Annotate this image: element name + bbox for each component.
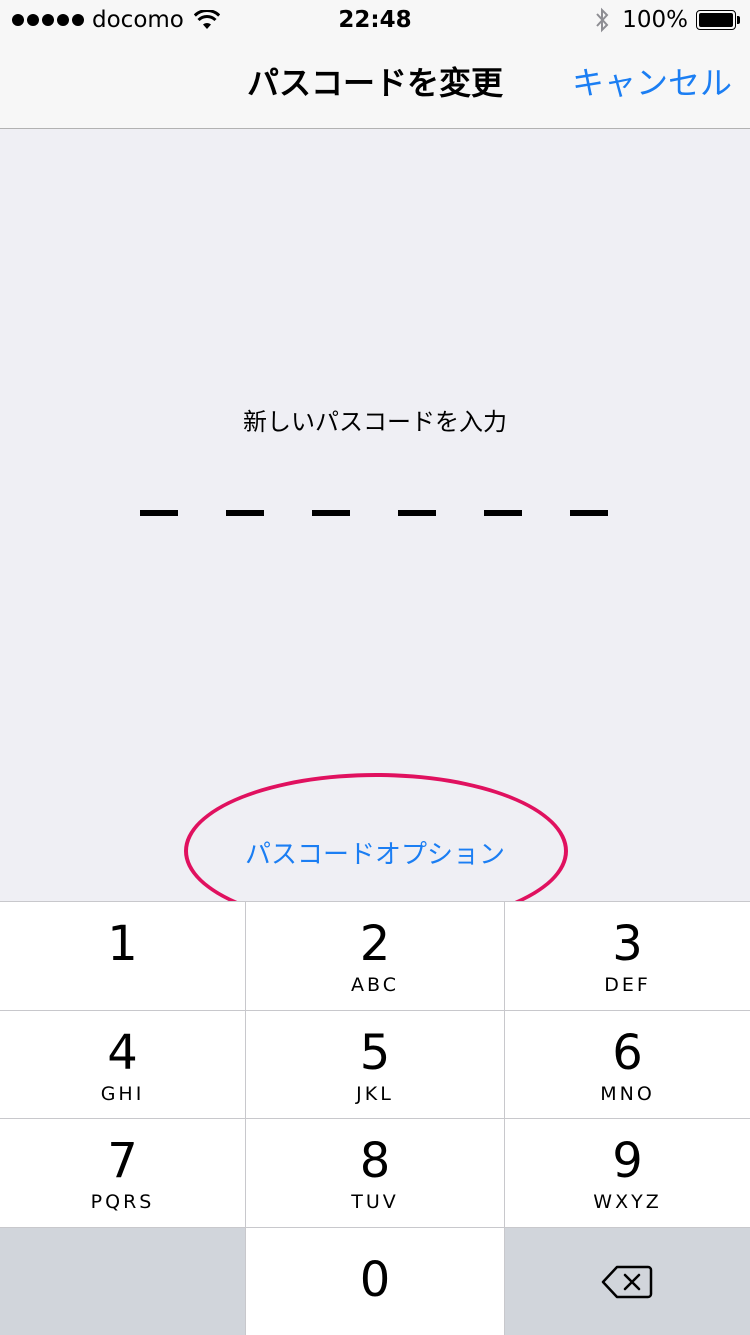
key-number: 3 [612, 916, 643, 972]
key-number: 4 [107, 1025, 138, 1081]
keypad-empty-key [0, 1228, 246, 1335]
status-right: 100% [594, 4, 740, 36]
passcode-options-link[interactable]: パスコードオプション [0, 834, 750, 871]
key-2[interactable]: 2 ABC [246, 902, 505, 1011]
key-6[interactable]: 6 MNO [505, 1011, 750, 1119]
passcode-slot [312, 510, 350, 516]
numeric-keypad: 1 2 ABC 3 DEF 4 GHI 5 JKL 6 MNO 7 PQRS 8… [0, 901, 750, 1335]
key-number: 2 [359, 916, 391, 972]
key-3[interactable]: 3 DEF [505, 902, 750, 1011]
battery-percent: 100% [622, 7, 688, 33]
key-number: 5 [359, 1025, 391, 1081]
key-1[interactable]: 1 [0, 902, 246, 1011]
passcode-slot [226, 510, 264, 516]
key-letters: DEF [604, 974, 651, 996]
navigation-bar: パスコードを変更 キャンセル [0, 40, 750, 129]
passcode-digit-slots [0, 510, 750, 516]
passcode-prompt: 新しいパスコードを入力 [243, 408, 507, 436]
key-number: 6 [612, 1025, 643, 1081]
key-number: 0 [359, 1252, 391, 1308]
key-0[interactable]: 0 [246, 1228, 505, 1335]
key-5[interactable]: 5 JKL [246, 1011, 505, 1119]
passcode-slot [484, 510, 522, 516]
key-7[interactable]: 7 PQRS [0, 1119, 246, 1228]
battery-icon [696, 10, 740, 30]
key-4[interactable]: 4 GHI [0, 1011, 246, 1119]
delete-backspace-icon [601, 1265, 653, 1299]
passcode-slot [398, 510, 436, 516]
key-9[interactable]: 9 WXYZ [505, 1119, 750, 1228]
status-bar: docomo 22:48 100% [0, 0, 750, 40]
passcode-slot [570, 510, 608, 516]
key-letters: PQRS [90, 1191, 155, 1213]
key-letters: MNO [600, 1083, 655, 1105]
key-number: 7 [107, 1133, 138, 1189]
key-number: 1 [107, 916, 138, 972]
key-number: 9 [612, 1133, 643, 1189]
cancel-button[interactable]: キャンセル [572, 40, 732, 126]
bluetooth-icon [596, 7, 609, 33]
delete-button[interactable] [505, 1228, 750, 1335]
key-number: 8 [359, 1133, 391, 1189]
passcode-slot [140, 510, 178, 516]
key-letters: TUV [351, 1191, 399, 1213]
key-letters: WXYZ [593, 1191, 662, 1213]
key-letters: GHI [100, 1083, 145, 1105]
key-letters: ABC [351, 974, 399, 996]
key-8[interactable]: 8 TUV [246, 1119, 505, 1228]
key-letters: JKL [356, 1083, 394, 1105]
